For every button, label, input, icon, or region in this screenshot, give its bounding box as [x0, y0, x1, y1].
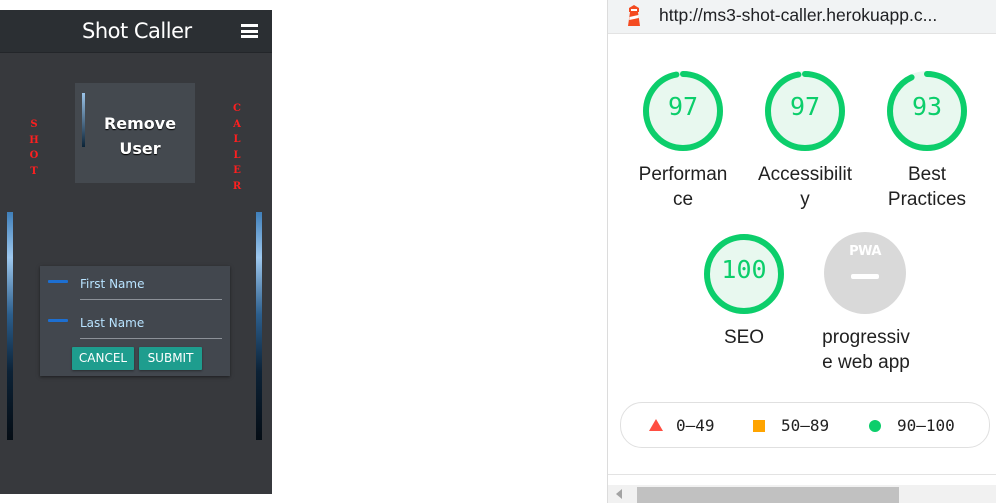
lighthouse-logo-icon: [628, 5, 640, 26]
horizontal-scrollbar[interactable]: [608, 485, 996, 503]
lighthouse-report: http://ms3-shot-caller.herokuapp.c... 97…: [607, 0, 996, 503]
hamburger-menu-icon[interactable]: [241, 24, 258, 38]
scroll-thumb[interactable]: [637, 487, 899, 503]
cancel-button[interactable]: CANCEL: [72, 347, 134, 370]
triangle-icon: [649, 419, 663, 431]
scroll-left-arrow-icon[interactable]: [616, 489, 622, 499]
app-header: Shot Caller: [0, 10, 272, 53]
legend-range-pass: 90–100: [897, 416, 955, 435]
first-name-label: First Name: [80, 277, 145, 291]
divider: [608, 474, 996, 475]
gauge-label: SEO: [723, 327, 765, 348]
gauge-label: Accessibilit y: [758, 164, 852, 210]
side-text-shot: S H O T: [29, 119, 39, 177]
legend-range-fail: 0–49: [676, 416, 715, 435]
gauge-label: Performan ce: [638, 164, 728, 210]
user-form: First Name Last Name CANCEL SUBMIT: [40, 266, 230, 376]
gauge-score: 100: [721, 255, 767, 284]
legend-range-average: 50–89: [781, 416, 830, 435]
first-name-field[interactable]: First Name: [48, 275, 222, 300]
side-text-caller: C A L L E R: [232, 103, 242, 192]
right-gradient-bar: [256, 212, 262, 440]
pwa-badge-icon: PWA: [824, 232, 906, 314]
gauge-score: 93: [911, 92, 943, 121]
square-icon: [753, 420, 765, 432]
person-icon: [48, 280, 68, 283]
gauge-label: Best Practices: [887, 164, 967, 210]
app-title: Shot Caller: [82, 19, 192, 43]
remove-user-button[interactable]: Remove User: [75, 83, 195, 183]
person-icon: [48, 319, 68, 322]
last-name-label: Last Name: [80, 316, 145, 330]
report-topbar: http://ms3-shot-caller.herokuapp.c...: [608, 0, 996, 34]
remove-user-label: Remove User: [103, 114, 177, 158]
pwa-dash: [851, 274, 879, 279]
last-name-field[interactable]: Last Name: [48, 314, 222, 339]
app-preview: Shot Caller S H O T C A L L E R Remove U…: [0, 10, 272, 494]
left-gradient-bar: [7, 212, 13, 440]
score-legend: 0–49 50–89 90–100: [620, 402, 990, 448]
gauge-label: progressiv e web app: [822, 327, 910, 373]
pwa-badge-text: PWA: [849, 244, 881, 259]
gauge-score: 97: [667, 92, 699, 121]
gauge-score: 97: [789, 92, 821, 121]
report-url[interactable]: http://ms3-shot-caller.herokuapp.c...: [659, 5, 937, 26]
circle-icon: [869, 420, 881, 432]
submit-button[interactable]: SUBMIT: [139, 347, 202, 370]
